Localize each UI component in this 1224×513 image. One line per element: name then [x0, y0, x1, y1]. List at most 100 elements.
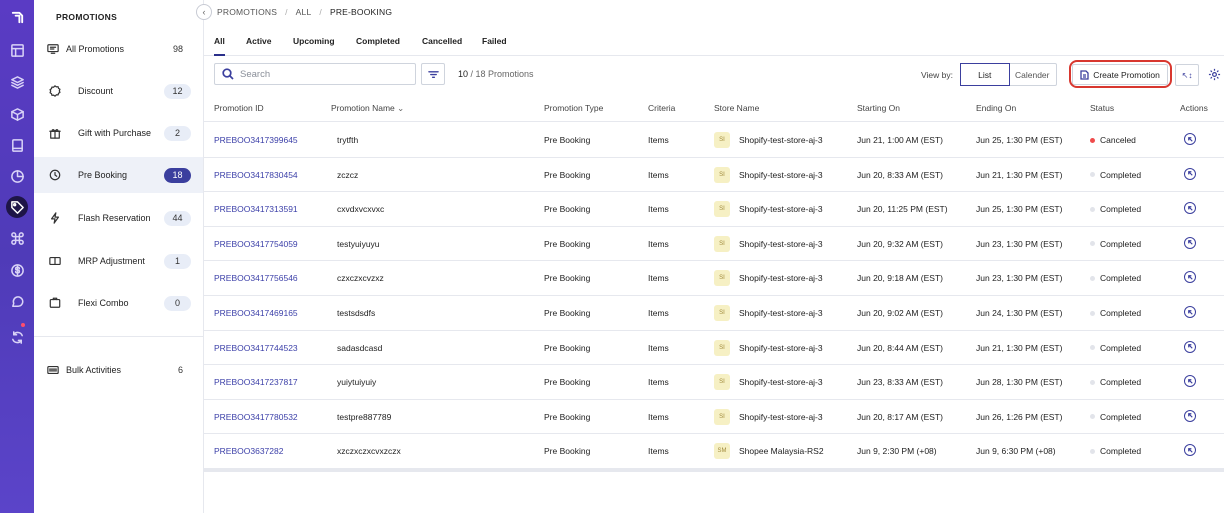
sidebar-item-bulk-activities[interactable]: Bulk Activities 6: [34, 352, 203, 388]
toolbar: 10 / 18 Promotions View by: List Calende…: [204, 56, 1224, 94]
promotion-type: Pre Booking: [544, 273, 591, 284]
table-row[interactable]: PREBOO3417399645 trytfth Pre Booking Ite…: [204, 123, 1224, 158]
row-action-button[interactable]: [1184, 271, 1196, 284]
book-icon[interactable]: [7, 135, 27, 155]
chevron-down-icon: ⌄: [397, 103, 405, 113]
filter-button[interactable]: [421, 63, 445, 85]
tag-icon[interactable]: [6, 196, 28, 218]
layout-icon[interactable]: [7, 40, 27, 60]
dollar-icon[interactable]: [7, 260, 27, 280]
sync-icon[interactable]: [7, 327, 27, 347]
store-name: Shopify-test-store-aj-3: [739, 169, 823, 180]
store-avatar: SI: [714, 408, 730, 425]
promotion-name: sadasdcasd: [337, 342, 383, 353]
count-total: / 18 Promotions: [470, 69, 534, 79]
header-promotion-type: Promotion Type: [544, 103, 604, 113]
criteria: Items: [648, 238, 669, 249]
table-row[interactable]: PREBOO3417756546 czxczxcvzxz Pre Booking…: [204, 261, 1224, 296]
table-row[interactable]: PREBOO3637282 xzczxczxcvxzczx Pre Bookin…: [204, 434, 1224, 469]
bulk-icon: [46, 363, 60, 377]
row-action-button[interactable]: [1184, 409, 1196, 422]
row-action-button[interactable]: [1184, 444, 1196, 457]
promotion-id-link[interactable]: PREBOO3417830454: [214, 170, 298, 180]
search-input[interactable]: [240, 68, 410, 80]
header-promotion-name[interactable]: Promotion Name ⌄: [331, 103, 404, 114]
sidebar-item-count: 0: [164, 295, 191, 311]
header-actions: Actions: [1180, 103, 1208, 113]
row-action-button[interactable]: [1184, 306, 1196, 318]
promotion-id-link[interactable]: PREBOO3417399645: [214, 135, 298, 145]
table-row[interactable]: PREBOO3417469165 testsdsdfs Pre Booking …: [204, 296, 1224, 331]
row-action-button[interactable]: [1184, 375, 1196, 388]
promotion-id-link[interactable]: PREBOO3417754059: [214, 239, 298, 249]
sidebar-item-flash-reservation[interactable]: Flash Reservation 44: [34, 200, 203, 236]
starting-on: Jun 20, 8:44 AM (EST): [857, 342, 943, 353]
promotion-id-link[interactable]: PREBOO3417469165: [214, 308, 298, 318]
tab-active[interactable]: Active: [246, 36, 272, 54]
store-name: Shopify-test-store-aj-3: [739, 135, 823, 145]
row-action-button[interactable]: [1184, 167, 1196, 180]
table-row[interactable]: PREBOO3417830454 zczcz Pre Booking Items…: [204, 158, 1224, 193]
layers-icon[interactable]: [7, 72, 27, 92]
sidebar-item-label: Flexi Combo: [78, 298, 129, 308]
starting-on: Jun 20, 9:32 AM (EST): [857, 238, 943, 249]
command-icon[interactable]: [7, 228, 27, 248]
table-row[interactable]: PREBOO3417754059 testyuiyuyu Pre Booking…: [204, 227, 1224, 262]
expand-button[interactable]: ↖↕: [1175, 64, 1199, 86]
box-icon[interactable]: [7, 104, 27, 124]
breadcrumb-item-all[interactable]: ALL: [296, 7, 312, 17]
status-dot: [1090, 241, 1095, 247]
store-name: Shopify-test-store-aj-3: [739, 308, 823, 318]
search-box: [214, 63, 416, 85]
promotion-name: cxvdxvcxvxc: [337, 204, 385, 215]
logo-icon[interactable]: [7, 7, 27, 27]
criteria: Items: [648, 204, 669, 215]
store-name: Shopify-test-store-aj-3: [739, 238, 823, 249]
row-action-button[interactable]: [1184, 202, 1196, 215]
gear-icon[interactable]: [1208, 68, 1221, 81]
header-store-name: Store Name: [714, 103, 760, 113]
search-icon: [222, 68, 234, 80]
sidebar-item-flexi-combo[interactable]: Flexi Combo 0: [34, 285, 203, 321]
status-dot: [1090, 172, 1095, 178]
sidebar-item-all-promotions[interactable]: All Promotions 98: [34, 31, 203, 67]
promotion-id-link[interactable]: PREBOO3417780532: [214, 412, 298, 422]
store-avatar: SM: [714, 443, 730, 460]
sidebar-item-count: 6: [177, 365, 183, 375]
table-row[interactable]: PREBOO3417313591 cxvdxvcxvxc Pre Booking…: [204, 192, 1224, 227]
promotion-id-link[interactable]: PREBOO3417756546: [214, 273, 298, 283]
promotion-type: Pre Booking: [544, 135, 591, 145]
view-calender-button[interactable]: Calender: [1009, 64, 1057, 85]
collapse-sidebar-button[interactable]: ‹: [196, 4, 212, 20]
tab-upcoming[interactable]: Upcoming: [293, 36, 335, 54]
sidebar-item-mrp-adjustment[interactable]: MRP Adjustment 1: [34, 243, 203, 279]
table-row[interactable]: PREBOO3417744523 sadasdcasd Pre Booking …: [204, 331, 1224, 366]
promotion-name: zczcz: [337, 169, 359, 180]
promotion-id-link[interactable]: PREBOO3417237817: [214, 377, 298, 387]
tab-completed[interactable]: Completed: [356, 36, 400, 54]
pie-chart-icon[interactable]: [7, 166, 27, 186]
promotion-id-link[interactable]: PREBOO3417744523: [214, 343, 298, 353]
table-row[interactable]: PREBOO3417237817 yuiytuiyuiy Pre Booking…: [204, 365, 1224, 400]
view-list-button[interactable]: List: [960, 63, 1010, 86]
sidebar-item-gift-with-purchase[interactable]: Gift with Purchase 2: [34, 115, 203, 151]
tab-failed[interactable]: Failed: [482, 36, 507, 54]
sidebar-item-discount[interactable]: Discount 12: [34, 73, 203, 109]
promotion-id-link[interactable]: PREBOO3417313591: [214, 204, 298, 214]
chat-icon[interactable]: [7, 292, 27, 312]
tab-cancelled[interactable]: Cancelled: [422, 36, 462, 54]
store-name: Shopify-test-store-aj-3: [739, 342, 823, 353]
breadcrumb-item-promotions[interactable]: PROMOTIONS: [217, 7, 277, 17]
row-action-button[interactable]: [1184, 236, 1196, 249]
row-action-button[interactable]: [1184, 133, 1196, 145]
table-row[interactable]: PREBOO3417780532 testpre887789 Pre Booki…: [204, 400, 1224, 435]
store-avatar: SI: [714, 270, 730, 287]
row-action-button[interactable]: [1184, 340, 1196, 353]
promotion-id-link[interactable]: PREBOO3637282: [214, 446, 283, 456]
view-by-label: View by:: [921, 70, 953, 80]
ending-on: Jun 25, 1:30 PM (EST): [976, 204, 1063, 215]
sidebar-item-pre-booking[interactable]: Pre Booking 18: [34, 157, 203, 193]
tab-all[interactable]: All: [214, 36, 225, 56]
status-badge: Completed: [1090, 204, 1141, 214]
status-dot: [1090, 275, 1095, 281]
